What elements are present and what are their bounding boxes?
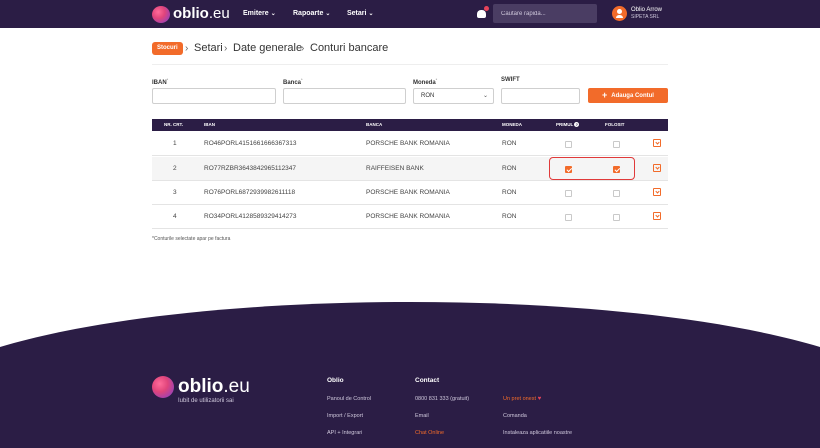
- footer-tagline: Iubit de utilizatorii sai: [178, 398, 234, 404]
- chevron-down-icon: ⌄: [325, 11, 331, 17]
- breadcrumb-separator: ›: [301, 43, 305, 54]
- footer-logo-icon[interactable]: [152, 376, 174, 398]
- footer-link-pret[interactable]: Un pret onest ♥: [503, 396, 541, 402]
- brand-name: oblio: [173, 5, 209, 22]
- col-nr: NR. CRT.: [164, 122, 183, 127]
- cell-iban: RO46PORL4151661666367313: [204, 140, 297, 147]
- user-company: SIPETA SRL: [631, 14, 660, 20]
- table-row: 3 RO76PORL6872939982611118 PORSCHE BANK …: [152, 181, 668, 205]
- selection-highlight: [549, 157, 635, 180]
- table-row: 1 RO46PORL4151661666367313 PORSCHE BANK …: [152, 132, 668, 156]
- folosit-checkbox[interactable]: [613, 214, 620, 221]
- folosit-checkbox[interactable]: [613, 190, 620, 197]
- banca-input[interactable]: [283, 88, 406, 104]
- breadcrumb-separator: ›: [185, 43, 189, 54]
- banca-label: Banca*: [283, 77, 303, 86]
- primul-checkbox[interactable]: [565, 214, 572, 221]
- nav-rapoarte[interactable]: Rapoarte ⌄: [293, 10, 330, 17]
- brand-logo[interactable]: oblio.eu: [173, 5, 230, 22]
- cell-moneda: RON: [502, 213, 517, 220]
- footer-link-chat[interactable]: Chat Online: [415, 430, 444, 436]
- heart-icon: ♥: [537, 396, 542, 402]
- divider: [152, 64, 668, 65]
- moneda-select[interactable]: RON ⌄: [413, 88, 494, 104]
- cell-nr: 1: [173, 140, 177, 147]
- cell-nr: 2: [173, 165, 177, 172]
- user-avatar-icon[interactable]: [612, 6, 627, 21]
- moneda-label: Moneda*: [413, 77, 438, 86]
- footer-link-api[interactable]: API + Integrari: [327, 430, 362, 436]
- col-banca: BANCA: [366, 122, 383, 127]
- cell-banca: PORSCHE BANK ROMANIA: [366, 213, 450, 220]
- breadcrumb-separator: ›: [224, 43, 228, 54]
- nav-label: Setari: [347, 10, 367, 17]
- quick-search-input[interactable]: [493, 4, 597, 23]
- cell-iban: RO34PORL4128589329414273: [204, 213, 297, 220]
- row-actions-dropdown-icon[interactable]: [653, 139, 661, 147]
- cell-iban: RO77RZBR3643842965112347: [204, 165, 297, 172]
- swift-label: SWIFT: [501, 77, 520, 83]
- col-moneda: MONEDA: [502, 122, 522, 127]
- cell-iban: RO76PORL6872939982611118: [204, 189, 296, 196]
- primul-checkbox[interactable]: [565, 190, 572, 197]
- nav-setari[interactable]: Setari ⌄: [347, 10, 374, 17]
- footer-brand[interactable]: oblio.eu: [178, 376, 250, 398]
- help-icon[interactable]: ?: [574, 122, 580, 127]
- table-row: 4 RO34PORL4128589329414273 PORSCHE BANK …: [152, 205, 668, 229]
- notification-badge: [484, 6, 489, 11]
- cell-moneda: RON: [502, 140, 517, 147]
- col-iban: IBAN: [204, 122, 215, 127]
- chevron-down-icon: ⌄: [270, 11, 276, 17]
- col-folosit: FOLOSIT: [605, 122, 625, 127]
- page-title: Conturi bancare: [310, 42, 389, 54]
- footer-col-contact-title: Contact: [415, 377, 440, 384]
- add-account-button[interactable]: + Adauga Contul: [588, 88, 668, 103]
- cell-moneda: RON: [502, 165, 517, 172]
- top-navbar: oblio.eu Emitere⌄ Rapoarte⌄ Setari⌄ Obli…: [0, 0, 820, 28]
- breadcrumb-date-generale[interactable]: Date generale: [233, 42, 302, 55]
- footer-link-panou[interactable]: Panoul de Control: [327, 396, 371, 402]
- footer-link-import-export[interactable]: Import / Export: [327, 413, 363, 419]
- cell-banca: PORSCHE BANK ROMANIA: [366, 189, 450, 196]
- footer-link-phone[interactable]: 0800 831 333 (gratuit): [415, 396, 469, 402]
- nav-label: Emitere: [243, 10, 269, 17]
- cell-nr: 4: [173, 213, 177, 220]
- notifications-icon[interactable]: [477, 6, 489, 18]
- nav-emitere[interactable]: Emitere ⌄: [243, 10, 276, 17]
- cell-banca: PORSCHE BANK ROMANIA: [366, 140, 450, 147]
- add-account-label: Adauga Contul: [611, 93, 654, 99]
- footer-col-oblio-title: Oblio: [327, 377, 344, 384]
- oblio-logo-icon[interactable]: [152, 6, 170, 23]
- table-header: NR. CRT. IBAN BANCA MONEDA PRIMUL? FOLOS…: [152, 119, 668, 131]
- table-footnote: *Conturile selectate apar pe factura: [152, 236, 231, 242]
- brand-suffix: .eu: [208, 5, 230, 22]
- primul-checkbox[interactable]: [565, 141, 572, 148]
- chevron-down-icon: ⌄: [482, 93, 488, 99]
- row-actions-dropdown-icon[interactable]: [653, 212, 661, 220]
- user-name[interactable]: Oblio Arrow: [631, 7, 662, 14]
- breadcrumb-setari[interactable]: Setari: [194, 42, 223, 55]
- chevron-down-icon: ⌄: [368, 11, 374, 17]
- stocuri-badge[interactable]: Stocuri: [152, 42, 183, 55]
- plus-icon: +: [602, 90, 608, 100]
- col-primul: PRIMUL?: [556, 122, 580, 127]
- footer-link-aplicatii[interactable]: Instaleaza aplicatiile noastre: [503, 430, 572, 436]
- row-actions-dropdown-icon[interactable]: [653, 188, 661, 196]
- iban-input[interactable]: [152, 88, 276, 104]
- footer-background: [0, 302, 820, 448]
- nav-label: Rapoarte: [293, 10, 324, 17]
- cell-moneda: RON: [502, 189, 517, 196]
- cell-nr: 3: [173, 189, 177, 196]
- footer-link-comanda[interactable]: Comanda: [503, 413, 527, 419]
- row-actions-dropdown-icon[interactable]: [653, 164, 661, 172]
- folosit-checkbox[interactable]: [613, 141, 620, 148]
- swift-input[interactable]: [501, 88, 580, 104]
- iban-label: IBAN*: [152, 77, 169, 86]
- cell-banca: RAIFFEISEN BANK: [366, 165, 424, 172]
- moneda-value: RON: [421, 93, 435, 99]
- footer-link-email[interactable]: Email: [415, 413, 429, 419]
